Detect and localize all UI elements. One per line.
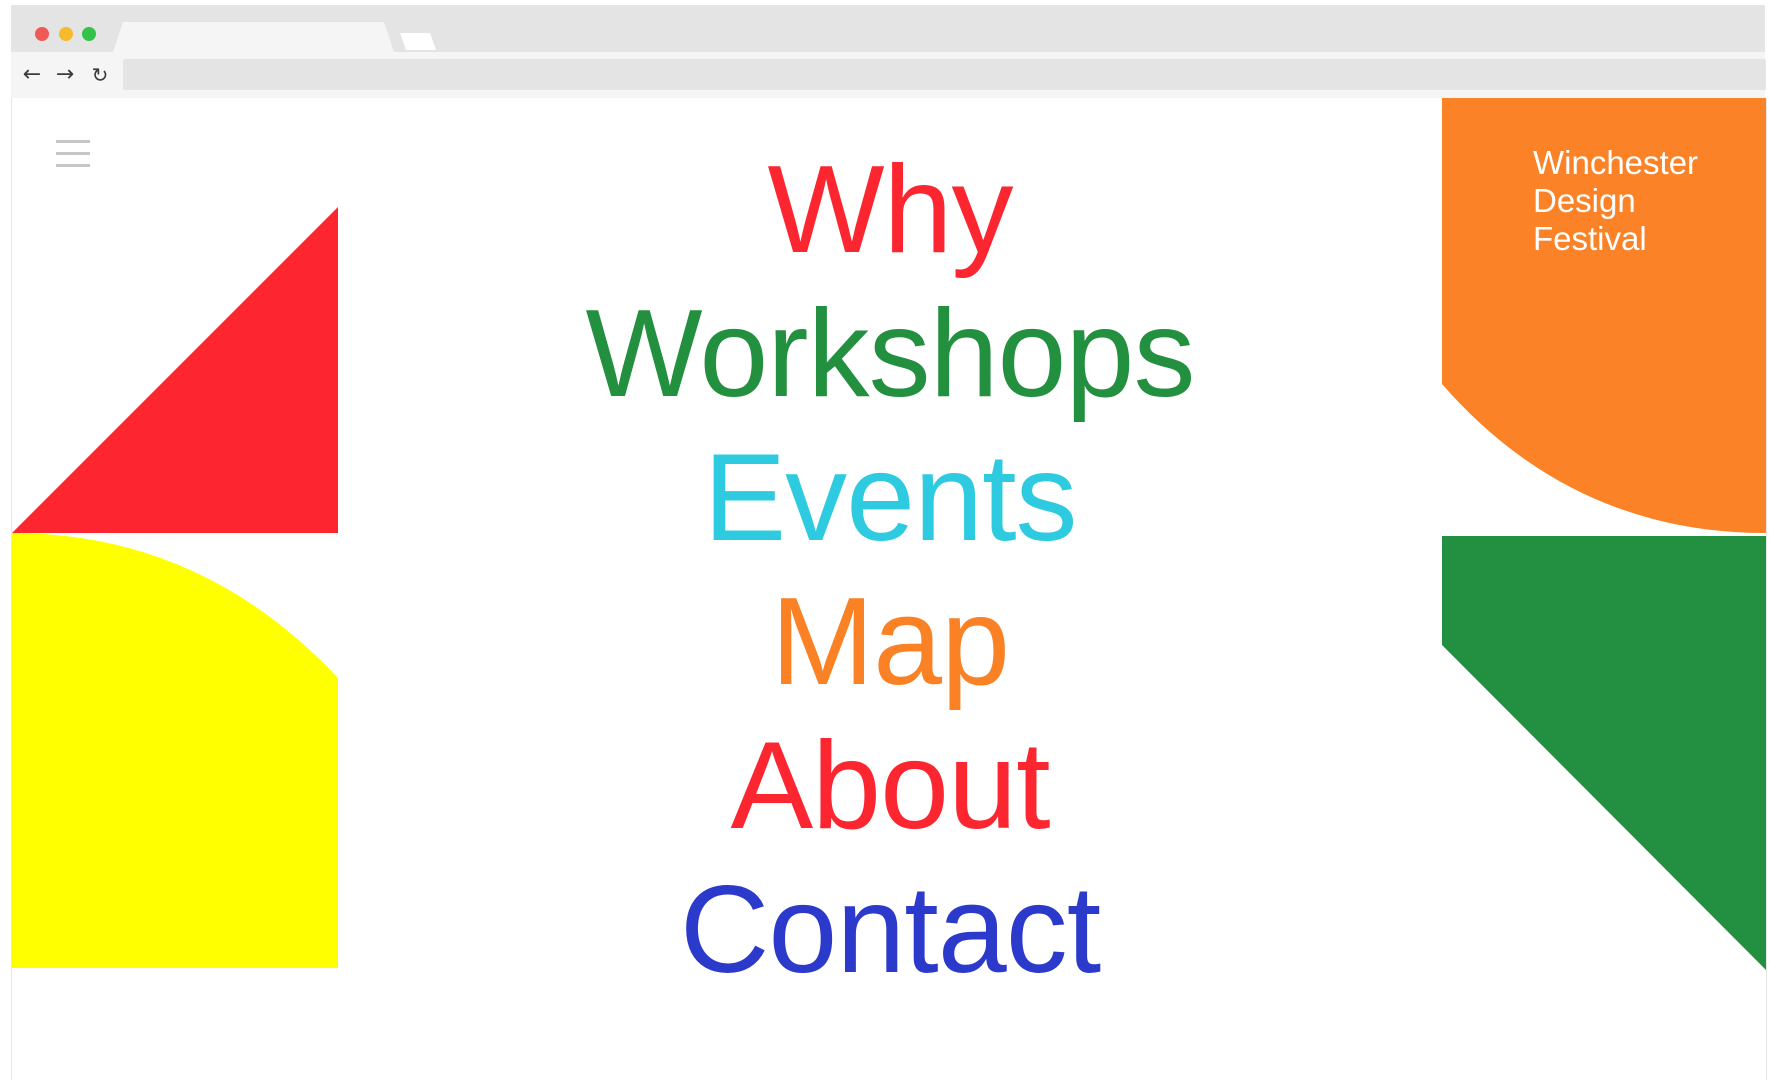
nav-item-about: About (338, 714, 1442, 858)
nav-item-workshops: Workshops (338, 282, 1442, 426)
arrow-right-icon[interactable]: → (51, 52, 79, 98)
maximize-window-dot[interactable] (82, 27, 96, 41)
brand-line: Winchester (1533, 144, 1699, 181)
nav-link-why[interactable]: Why (768, 141, 1014, 279)
main-navigation: Why Workshops Events Map About Contact (338, 138, 1442, 1002)
nav-link-workshops[interactable]: Workshops (586, 285, 1196, 423)
close-window-dot[interactable] (35, 27, 49, 41)
new-tab-button[interactable] (400, 33, 436, 50)
nav-link-events[interactable]: Events (703, 429, 1077, 567)
nav-link-map[interactable]: Map (771, 573, 1010, 711)
red-triangle-shape (12, 207, 338, 533)
nav-item-contact: Contact (338, 858, 1442, 1002)
nav-item-map: Map (338, 570, 1442, 714)
minimize-window-dot[interactable] (59, 27, 73, 41)
nav-link-contact[interactable]: Contact (680, 861, 1101, 999)
nav-link-about[interactable]: About (730, 717, 1050, 855)
address-bar[interactable] (123, 59, 1766, 90)
browser-tab-bar (11, 5, 1765, 58)
yellow-arch-shape (12, 533, 338, 968)
hamburger-menu-icon[interactable] (56, 140, 90, 169)
green-diagonal-shape (1442, 536, 1766, 970)
nav-item-why: Why (338, 138, 1442, 282)
brand-line: Design (1533, 182, 1636, 219)
festival-logo-text[interactable]: Winchester Design Festival (1533, 144, 1743, 258)
arrow-left-icon[interactable]: ← (18, 52, 46, 98)
reload-icon[interactable]: ↻ (86, 52, 114, 98)
browser-toolbar: ← → ↻ (11, 52, 1766, 99)
nav-item-events: Events (338, 426, 1442, 570)
brand-line: Festival (1533, 220, 1647, 257)
page-viewport: Winchester Design Festival Why Workshops… (11, 98, 1767, 1080)
